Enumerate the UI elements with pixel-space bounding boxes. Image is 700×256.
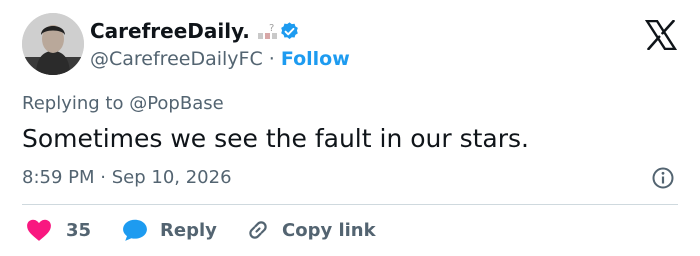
post-date: Sep 10, 2026 — [111, 167, 232, 188]
like-count: 35 — [66, 219, 92, 241]
reply-context[interactable]: Replying to @PopBase — [22, 92, 224, 116]
svg-text:?: ? — [269, 23, 274, 34]
divider — [22, 204, 678, 205]
post-text: Sometimes we see the fault in our stars. — [22, 124, 529, 153]
embedded-post-card: CarefreeDaily. ? @CarefreeDailyFC · Foll… — [0, 0, 700, 256]
post-time: 8:59 PM — [22, 167, 95, 188]
link-icon — [249, 221, 267, 239]
info-icon[interactable] — [651, 166, 675, 190]
like-button[interactable]: 35 — [26, 214, 91, 246]
follow-button[interactable]: Follow — [281, 48, 350, 70]
author-handle[interactable]: @CarefreeDailyFC — [90, 48, 263, 70]
x-logo-icon[interactable] — [644, 19, 678, 51]
copy-link-label: Copy link — [282, 219, 376, 241]
verified-badge-icon — [279, 21, 300, 42]
handle-separator: · — [268, 48, 275, 70]
reply-label: Reply — [160, 219, 217, 241]
speech-bubble-icon — [123, 219, 147, 241]
timestamp-separator: · — [100, 167, 106, 188]
heart-icon — [27, 219, 51, 241]
emoji-icon: ? — [256, 21, 280, 41]
author-display-name[interactable]: CarefreeDaily. — [90, 18, 250, 44]
post-timestamp[interactable]: 8:59 PM · Sep 10, 2026 — [22, 166, 232, 190]
author-avatar[interactable] — [22, 13, 84, 75]
author-handle-row: @CarefreeDailyFC · Follow — [90, 46, 350, 72]
copy-link-button[interactable]: Copy link — [246, 214, 376, 246]
action-bar: 35 Reply Copy link — [22, 214, 682, 246]
reply-button[interactable]: Reply — [122, 214, 217, 246]
